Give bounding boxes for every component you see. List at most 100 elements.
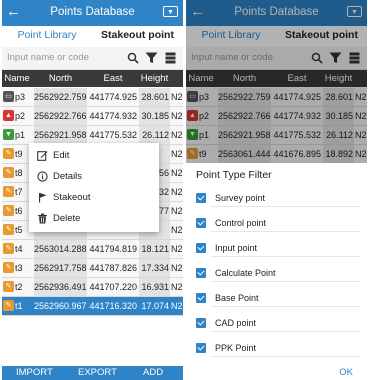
search-icon[interactable] xyxy=(127,52,139,64)
divider xyxy=(211,281,359,282)
extra-column-value: N2 xyxy=(171,130,183,140)
east-value: 441774.932 xyxy=(89,111,137,121)
divider xyxy=(211,256,359,257)
point-code-label: t8 xyxy=(15,168,23,178)
point-type-badge-icon: ✎ xyxy=(3,243,14,255)
east-value: 441787.826 xyxy=(89,263,137,273)
extra-column-value: N2 xyxy=(171,282,183,292)
filter-option-label: Input point xyxy=(215,243,258,253)
layers-icon[interactable] xyxy=(165,52,176,64)
divider xyxy=(211,356,359,357)
north-value: 2563014.288 xyxy=(34,240,87,258)
point-code-label: p1 xyxy=(15,130,26,140)
extra-column-value: N2 xyxy=(171,244,183,254)
search-input[interactable]: Input name or code xyxy=(7,52,89,63)
bottom-toolbar: IMPORT EXPORT ADD xyxy=(2,366,183,380)
checkbox-checked-icon[interactable] xyxy=(196,243,206,253)
extra-column-value: N2 xyxy=(171,301,183,311)
height-value: 18.121 xyxy=(139,240,170,258)
point-code: ✎ t2 xyxy=(2,278,34,296)
table-row[interactable]: ✎ t2 2562936.491 441707.220 16.931 N2 xyxy=(2,278,183,297)
extra-column-value: N2 xyxy=(171,168,183,178)
point-type-badge-icon: ✎ xyxy=(3,167,14,179)
point-type-filter-dialog: Point Type Filter Survey point Control po… xyxy=(186,163,367,380)
flag-icon xyxy=(39,193,47,203)
table-row[interactable]: ▲ p2 2562922.766 441774.932 30.185 N2 xyxy=(2,107,183,126)
point-type-badge-icon: ✎ xyxy=(3,148,14,160)
point-code-label: t4 xyxy=(15,244,23,254)
divider xyxy=(211,206,359,207)
north-value: 2562917.758 xyxy=(34,259,87,277)
dropdown-menu-icon[interactable]: ▼ xyxy=(163,6,178,17)
checkbox-checked-icon[interactable] xyxy=(196,193,206,203)
search-bar: Input name or code xyxy=(2,47,183,70)
extra-column-value: N2 xyxy=(171,206,183,216)
filter-option-label: Calculate Point xyxy=(215,268,276,278)
tab-point-library[interactable]: Point Library xyxy=(2,26,92,46)
table-row[interactable]: ✎ t3 2562917.758 441787.826 17.334 N2 xyxy=(2,259,183,278)
point-code-label: t1 xyxy=(15,301,23,311)
page-title: Points Database xyxy=(50,6,135,18)
extra-column-value: N2 xyxy=(171,111,183,121)
point-code: ✎ t4 xyxy=(2,240,34,258)
table-row[interactable]: ✎ t1 2562960.967 441716.320 17.074 N2 xyxy=(2,297,183,316)
checkbox-checked-icon[interactable] xyxy=(196,218,206,228)
east-value: 441775.532 xyxy=(89,130,137,140)
menu-item-stakeout[interactable]: Stakeout xyxy=(29,187,159,209)
ok-button[interactable]: OK xyxy=(339,367,353,378)
filter-option-label: Control point xyxy=(215,218,267,228)
point-code: ▼ p1 xyxy=(2,126,34,144)
checkbox-checked-icon[interactable] xyxy=(196,268,206,278)
table-row[interactable]: ✎ t4 2563014.288 441794.819 18.121 N2 xyxy=(2,240,183,259)
export-button[interactable]: EXPORT xyxy=(78,367,117,378)
filter-option-label: PPK Point xyxy=(215,343,257,353)
tab-stakeout-point[interactable]: Stakeout point xyxy=(92,26,183,46)
north-value: 2562936.491 xyxy=(34,278,87,296)
point-type-badge-icon: ✎ xyxy=(3,205,14,217)
east-value: 441716.320 xyxy=(89,301,137,311)
point-type-badge-icon: ✎ xyxy=(3,300,14,312)
point-code: ✎ t1 xyxy=(2,297,34,315)
filter-option-label: Survey point xyxy=(215,193,266,203)
tab-bar: Point Library Stakeout point xyxy=(2,26,183,71)
divider xyxy=(211,331,359,332)
point-code: ▭ p3 xyxy=(2,88,34,106)
point-type-badge-icon: ▭ xyxy=(3,91,14,103)
point-type-badge-icon: ▼ xyxy=(3,129,14,141)
edit-icon xyxy=(37,151,48,161)
point-type-badge-icon: ✎ xyxy=(3,186,14,198)
point-type-badge-icon: ✎ xyxy=(3,262,14,274)
table-header: Name North East Height xyxy=(2,70,183,87)
north-value: 2562960.967 xyxy=(34,297,87,315)
checkbox-checked-icon[interactable] xyxy=(196,318,206,328)
north-value: 2562922.759 xyxy=(34,88,87,106)
col-height-header: Height xyxy=(140,73,169,84)
table-row[interactable]: ▭ p3 2562922.759 441774.925 28.601 N2 xyxy=(2,88,183,107)
extra-column-value: N2 xyxy=(171,92,183,102)
height-value: 17.334 xyxy=(139,259,170,277)
point-code: ✎ t3 xyxy=(2,259,34,277)
menu-item-edit[interactable]: Edit xyxy=(29,145,159,167)
east-value: 441794.819 xyxy=(89,244,137,254)
north-value: 2562921.958 xyxy=(34,126,87,144)
import-button[interactable]: IMPORT xyxy=(16,367,53,378)
checkbox-checked-icon[interactable] xyxy=(196,293,206,303)
extra-column-value: N2 xyxy=(171,187,183,197)
add-button[interactable]: ADD xyxy=(143,367,163,378)
filter-option-label: Base Point xyxy=(215,293,259,303)
height-value: 30.185 xyxy=(139,107,170,125)
menu-item-details[interactable]: Details xyxy=(29,166,159,188)
filter-icon[interactable] xyxy=(145,52,158,64)
app-header: ← Points Database ▼ xyxy=(2,0,183,26)
height-value: 17.074 xyxy=(139,297,170,315)
point-code: ▲ p2 xyxy=(2,107,34,125)
point-code-label: t2 xyxy=(15,282,23,292)
points-database-screen-left: ← Points Database ▼ Point Library Stakeo… xyxy=(2,0,183,380)
point-type-badge-icon: ✎ xyxy=(3,281,14,293)
divider xyxy=(211,306,359,307)
east-value: 441707.220 xyxy=(89,282,137,292)
checkbox-checked-icon[interactable] xyxy=(196,343,206,353)
menu-item-delete[interactable]: Delete xyxy=(29,208,159,230)
height-value: 16.931 xyxy=(139,278,170,296)
trash-icon xyxy=(38,213,47,224)
